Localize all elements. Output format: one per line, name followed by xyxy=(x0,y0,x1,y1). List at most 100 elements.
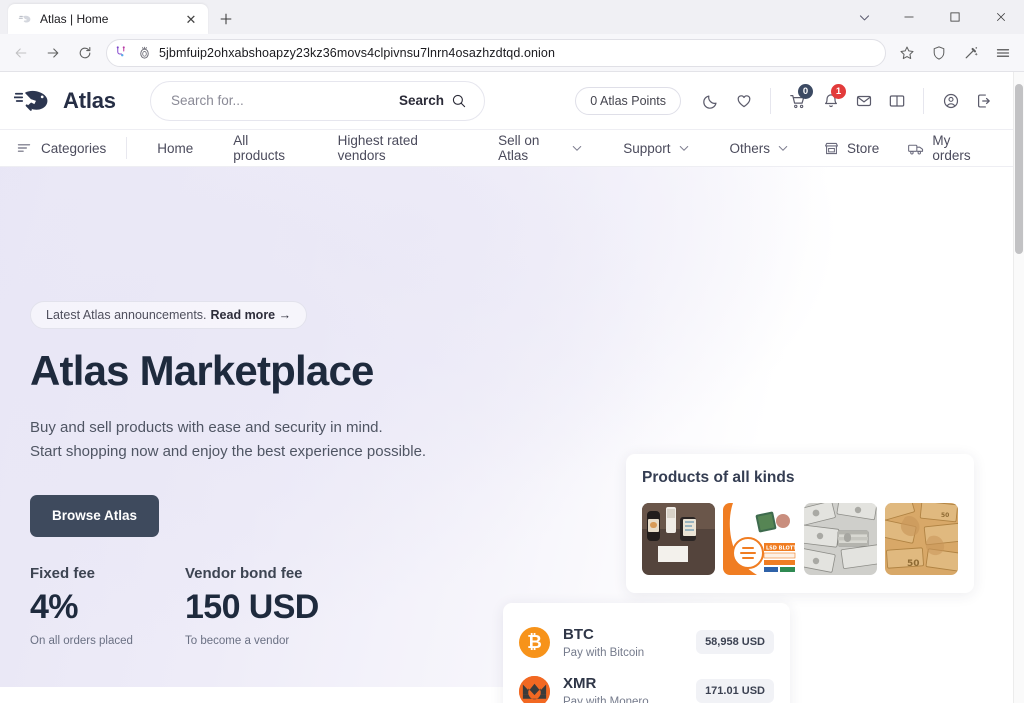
delivery-truck-icon xyxy=(907,140,925,157)
moon-icon[interactable] xyxy=(695,85,726,116)
search-button[interactable]: Search xyxy=(399,93,467,109)
search-icon xyxy=(451,93,467,109)
tab-title: Atlas | Home xyxy=(40,12,109,26)
nav-link-sell-on-atlas[interactable]: Sell on Atlas xyxy=(478,129,603,167)
atlas-bird-favicon xyxy=(18,12,33,27)
browser-toolbar: 5jbmfuip2ohxabshoapzy23kz36movs4clpivnsu… xyxy=(0,34,1024,72)
crypto-meta: BTC Pay with Bitcoin xyxy=(563,626,696,659)
product-thumb-euro-notes[interactable]: 50 50 xyxy=(885,503,958,575)
bitcoin-icon: ₿ xyxy=(519,626,550,658)
nav-link-support[interactable]: Support xyxy=(603,129,709,167)
crypto-description: Pay with Bitcoin xyxy=(563,646,645,659)
stat-value: 150 USD xyxy=(185,588,319,626)
nav-link-label: My orders xyxy=(932,133,971,163)
nav-link-label: All products xyxy=(233,133,286,163)
search-input[interactable] xyxy=(171,93,399,108)
hero-subtitle-line-1: Buy and sell products with ease and secu… xyxy=(30,418,383,436)
stat-fixed-fee: Fixed fee 4% On all orders placed xyxy=(30,565,185,647)
nav-categories-button[interactable]: Categories xyxy=(16,140,126,156)
heart-icon[interactable] xyxy=(728,85,759,116)
chevron-down-icon xyxy=(678,142,690,154)
product-thumb-us-dollars[interactable] xyxy=(804,503,877,575)
new-tab-button[interactable] xyxy=(212,5,240,33)
hamburger-menu-icon[interactable] xyxy=(988,38,1018,68)
page-scrollbar[interactable] xyxy=(1013,72,1024,703)
products-card: Products of all kinds LSD BLOTT 50 50 xyxy=(626,454,974,593)
crypto-price: 58,958 USD xyxy=(696,630,774,655)
shield-icon[interactable] xyxy=(924,38,954,68)
nav-link-label: Store xyxy=(847,140,880,156)
forward-arrow-icon[interactable] xyxy=(38,38,68,68)
page-content: Atlas Search 0 Atlas Points xyxy=(0,72,1013,703)
svg-text:LSD BLOTTERS: LSD BLOTTERS xyxy=(766,545,796,551)
onion-site-icon[interactable] xyxy=(136,44,153,61)
book-icon[interactable] xyxy=(881,85,912,116)
stats-row: Fixed fee 4% On all orders placed Vendor… xyxy=(30,565,340,647)
cart-badge: 0 xyxy=(798,84,813,99)
logout-icon[interactable] xyxy=(968,85,999,116)
svg-text:50: 50 xyxy=(941,512,949,519)
back-arrow-icon[interactable] xyxy=(6,38,36,68)
crypto-description: Pay with Monero xyxy=(563,695,649,703)
chevron-down-icon xyxy=(571,142,583,154)
announcement-link[interactable]: Read more → xyxy=(211,308,292,322)
nav-link-home[interactable]: Home xyxy=(137,129,213,167)
nav-link-others[interactable]: Others xyxy=(710,129,810,167)
product-thumb-bottles[interactable] xyxy=(642,503,715,575)
nav-link-label: Sell on Atlas xyxy=(498,133,540,163)
nav-link-label: Others xyxy=(729,140,771,156)
stat-vendor-bond-fee: Vendor bond fee 150 USD To become a vend… xyxy=(185,565,340,647)
scrollbar-thumb[interactable] xyxy=(1015,84,1023,254)
minimize-icon[interactable] xyxy=(886,0,932,34)
nav-link-label: Highest rated vendors xyxy=(337,133,418,163)
maximize-icon[interactable] xyxy=(932,0,978,34)
window-close-icon[interactable] xyxy=(978,0,1024,34)
svg-text:50: 50 xyxy=(907,559,920,569)
divider xyxy=(923,87,924,114)
bell-icon[interactable]: 1 xyxy=(815,84,846,116)
nav-link-store[interactable]: Store xyxy=(809,129,893,167)
star-icon[interactable] xyxy=(892,38,922,68)
account-icon[interactable] xyxy=(935,85,966,116)
nav-link-my-orders[interactable]: My orders xyxy=(893,129,999,167)
search-bar[interactable]: Search xyxy=(150,80,485,121)
browser-tab[interactable]: Atlas | Home ✕ xyxy=(8,4,208,34)
search-button-label: Search xyxy=(398,93,444,108)
crypto-row-btc[interactable]: ₿ BTC Pay with Bitcoin 58,958 USD xyxy=(519,618,774,667)
crypto-row-xmr[interactable]: XMR Pay with Monero 171.01 USD xyxy=(519,667,774,703)
nav-link-highest-rated-vendors[interactable]: Highest rated vendors xyxy=(318,129,478,167)
monero-icon xyxy=(519,675,550,703)
address-bar[interactable]: 5jbmfuip2ohxabshoapzy23kz36movs4clpivnsu… xyxy=(106,38,886,67)
tor-circuit-icon[interactable] xyxy=(113,44,130,61)
browse-atlas-button[interactable]: Browse Atlas xyxy=(30,494,160,537)
atlas-points-label: 0 Atlas Points xyxy=(590,93,666,108)
nav-right-links: Store My orders xyxy=(809,129,999,167)
announcement-pill[interactable]: Latest Atlas announcements. Read more → xyxy=(30,301,308,329)
chevron-down-icon[interactable] xyxy=(842,0,886,34)
crypto-symbol: XMR xyxy=(563,674,597,692)
hero-subtitle: Buy and sell products with ease and secu… xyxy=(30,416,500,465)
magic-wand-icon[interactable] xyxy=(956,38,986,68)
reload-icon[interactable] xyxy=(70,38,100,68)
site-nav: Categories Home All products Highest rat… xyxy=(0,129,1013,167)
site-header: Atlas Search 0 Atlas Points xyxy=(0,72,1013,129)
page-title: Atlas Marketplace xyxy=(30,347,374,394)
hero-subtitle-line-2: Start shopping now and enjoy the best ex… xyxy=(30,443,427,461)
product-thumb-lsd-blotters[interactable]: LSD BLOTTERS xyxy=(723,503,796,575)
hero-copy: Latest Atlas announcements. Read more → … xyxy=(30,301,500,537)
atlas-points-badge[interactable]: 0 Atlas Points xyxy=(575,86,681,115)
products-card-title: Products of all kinds xyxy=(642,469,795,486)
tab-strip: Atlas | Home ✕ xyxy=(0,0,1024,34)
header-actions: 0 Atlas Points 0 1 xyxy=(575,84,999,116)
url-text: 5jbmfuip2ohxabshoapzy23kz36movs4clpivnsu… xyxy=(159,45,556,60)
stat-value: 4% xyxy=(30,588,79,626)
window-controls xyxy=(842,0,1024,34)
product-thumbnails: LSD BLOTTERS xyxy=(642,503,958,575)
mail-icon[interactable] xyxy=(848,85,879,116)
filter-lines-icon xyxy=(16,140,32,156)
cart-icon[interactable]: 0 xyxy=(782,84,813,116)
nav-link-all-products[interactable]: All products xyxy=(213,129,317,167)
tab-close-icon[interactable]: ✕ xyxy=(182,10,200,28)
site-logo[interactable]: Atlas xyxy=(8,87,133,115)
atlas-bird-logo xyxy=(14,87,54,115)
